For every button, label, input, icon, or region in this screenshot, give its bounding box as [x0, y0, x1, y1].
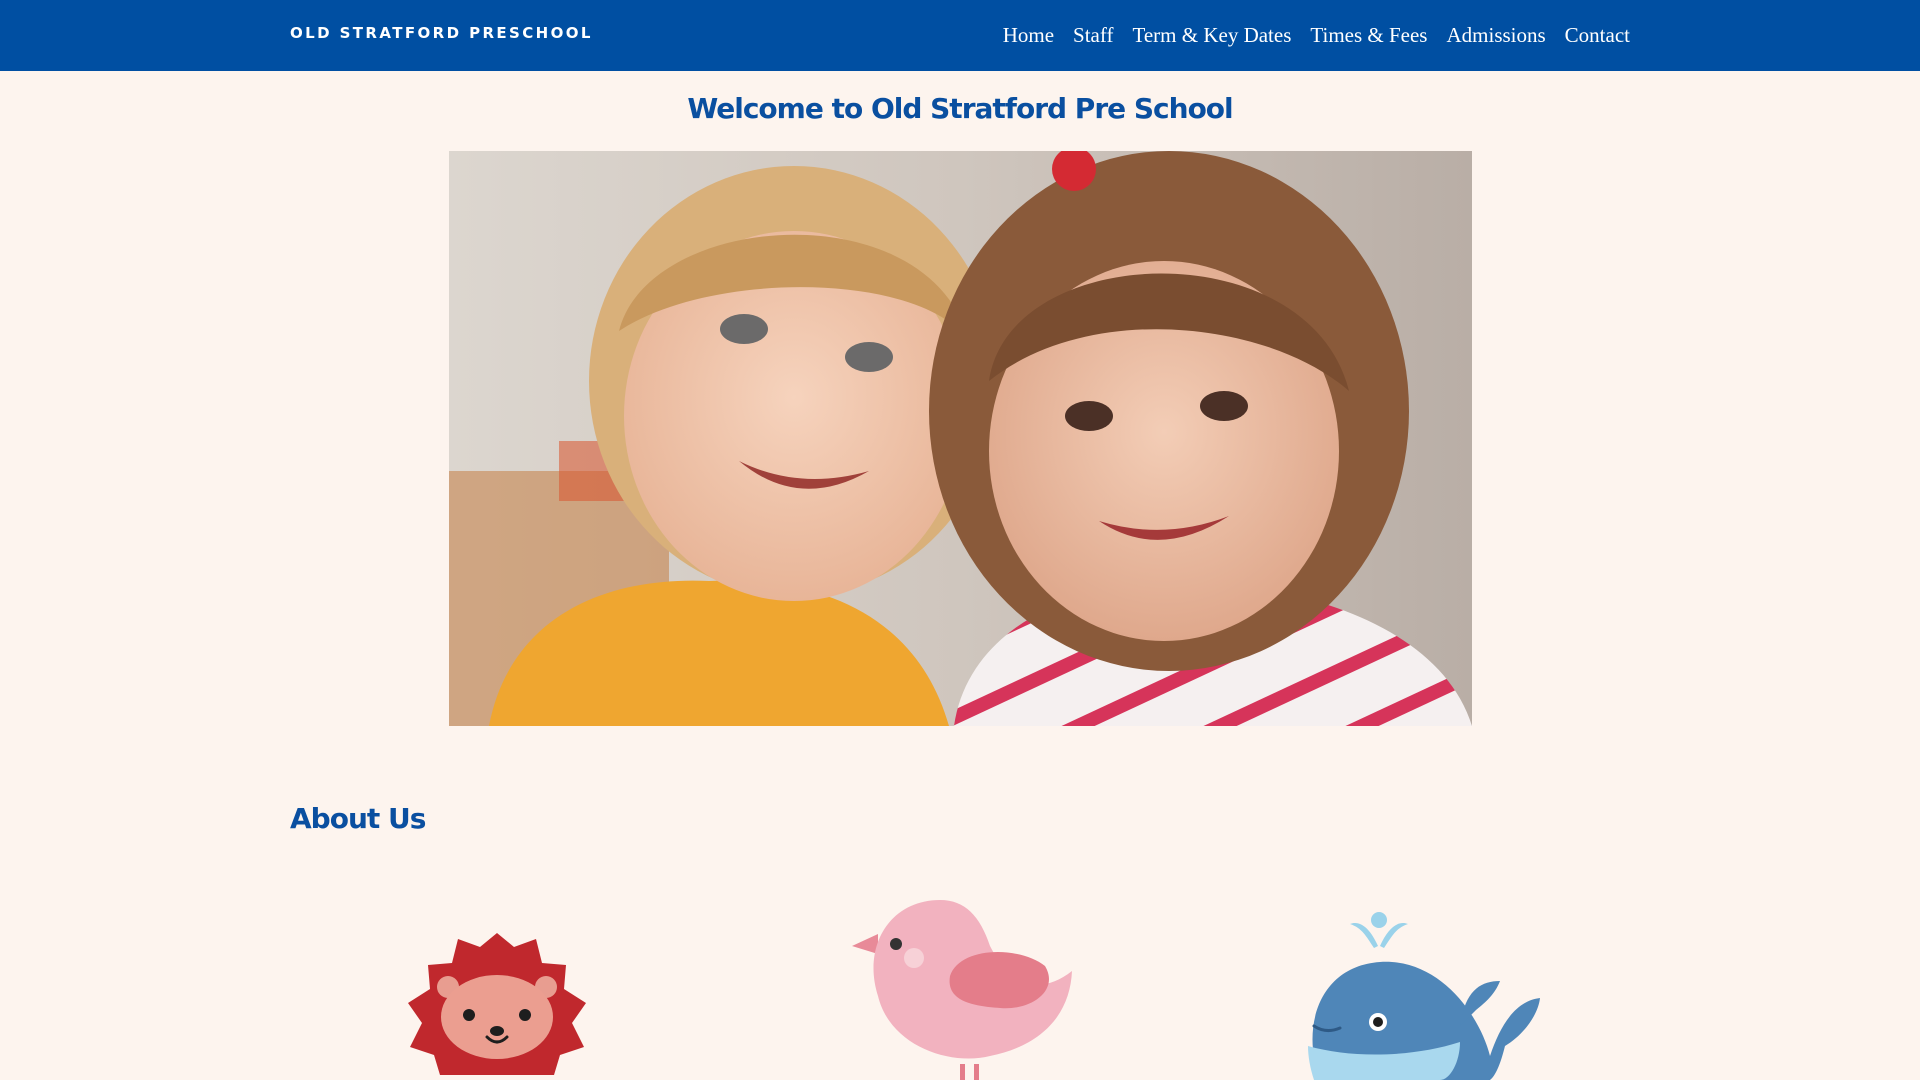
nav-contact[interactable]: Contact [1565, 20, 1630, 50]
nav-admissions[interactable]: Admissions [1446, 20, 1545, 50]
nav-times-fees[interactable]: Times & Fees [1310, 20, 1427, 50]
about-title: About Us [290, 802, 426, 835]
nav-staff[interactable]: Staff [1073, 20, 1113, 50]
nav-home[interactable]: Home [1003, 20, 1054, 50]
nav-term-key-dates[interactable]: Term & Key Dates [1132, 20, 1291, 50]
whale-icon [1308, 912, 1540, 1080]
site-logo-link[interactable]: OLD STRATFORD PRESCHOOL [290, 24, 593, 42]
top-header: OLD STRATFORD PRESCHOOL Home Staff Term … [0, 0, 1920, 71]
bird-icon [852, 900, 1072, 1080]
welcome-title: Welcome to Old Stratford Pre School [687, 92, 1233, 125]
lion-icon [408, 933, 586, 1075]
hero-image [449, 151, 1472, 726]
main-nav: Home Staff Term & Key Dates Times & Fees… [1003, 20, 1630, 50]
